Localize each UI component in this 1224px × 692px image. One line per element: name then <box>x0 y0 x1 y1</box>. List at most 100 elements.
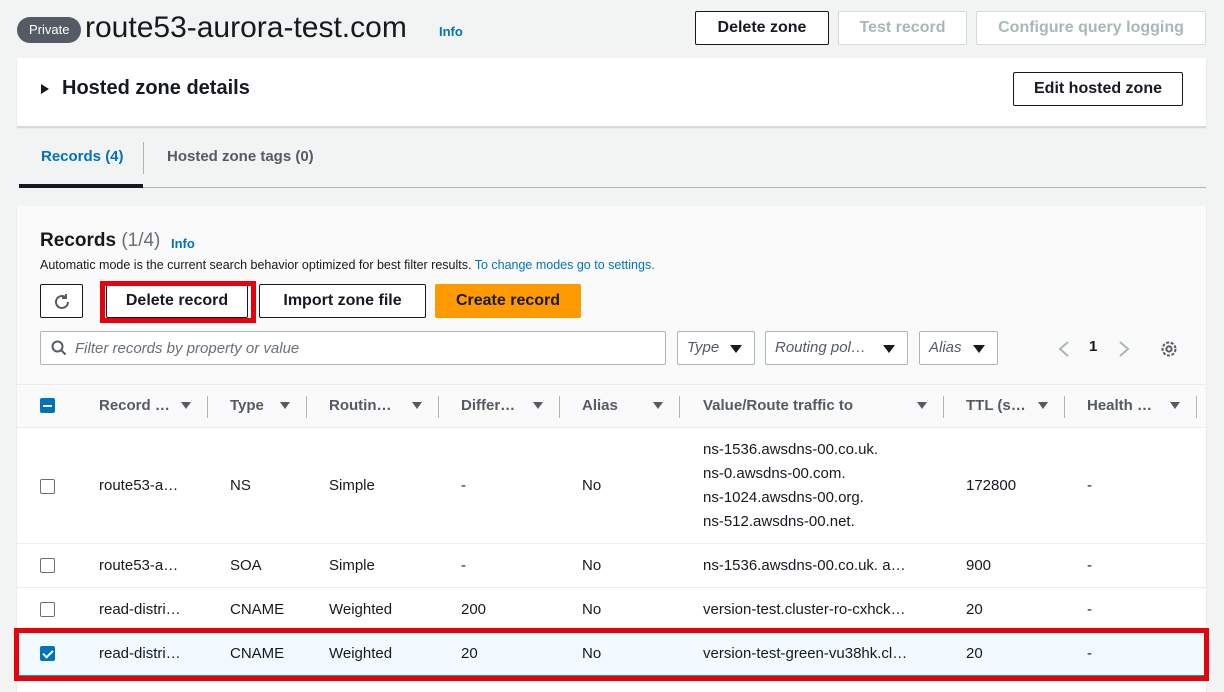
column-separator <box>306 396 307 418</box>
column-header-record-name[interactable]: Record … <box>99 385 170 427</box>
ttl-cell: 172800 <box>966 477 1017 494</box>
search-icon <box>51 340 67 356</box>
alias-filter-select[interactable]: Alias <box>919 331 998 365</box>
column-separator <box>438 396 439 418</box>
column-header-ttl[interactable]: TTL (s… <box>966 385 1026 427</box>
column-header-health[interactable]: Health … <box>1087 385 1152 427</box>
records-panel: Records (1/4) Info Automatic mode is the… <box>14 206 1209 692</box>
differentiator-cell: - <box>461 557 466 574</box>
routing-policy-cell: Simple <box>329 477 375 494</box>
refresh-icon <box>55 294 69 309</box>
record-type-cell: CNAME <box>230 601 285 618</box>
page-title: route53-aurora-test.com <box>85 11 407 44</box>
filter-records-input[interactable] <box>75 332 655 364</box>
chevron-down-icon <box>730 345 742 353</box>
value-cell: version-test.cluster-ro-cxhck… <box>703 601 906 618</box>
hosted-zone-details-toggle[interactable]: Hosted zone details <box>62 77 250 100</box>
column-separator <box>207 396 208 418</box>
sort-caret-icon[interactable] <box>533 402 543 409</box>
sort-caret-icon[interactable] <box>653 402 663 409</box>
record-name-cell: route53-a… <box>99 477 179 494</box>
records-header: Records (1/4) Info Automatic mode is the… <box>17 206 1206 384</box>
page-number[interactable]: 1 <box>1089 338 1097 355</box>
table-row[interactable]: route53-a… NS Simple - No ns-1536.awsdns… <box>17 428 1206 544</box>
value-line: ns-1024.awsdns-00.org. <box>703 489 864 506</box>
change-modes-link[interactable]: To change modes go to settings. <box>475 258 655 272</box>
delete-zone-button[interactable]: Delete zone <box>695 11 829 45</box>
hosted-zone-details-panel: Hosted zone details Edit hosted zone <box>17 58 1206 127</box>
chevron-down-icon <box>973 345 985 353</box>
selected-row-highlight <box>14 628 1209 681</box>
refresh-button[interactable] <box>40 284 83 318</box>
value-line: ns-1536.awsdns-00.co.uk. <box>703 441 879 458</box>
delete-record-highlight <box>100 281 256 323</box>
private-badge: Private <box>17 17 82 43</box>
gear-icon[interactable] <box>1159 339 1179 359</box>
configure-query-logging-button[interactable]: Configure query logging <box>976 11 1206 45</box>
records-table-header: Record … Type Routin… Differ… Alias Valu… <box>17 384 1206 428</box>
records-title: Records (1/4) <box>40 230 160 252</box>
column-separator <box>559 396 560 418</box>
zone-tabs: Records (4) Hosted zone tags (0) <box>19 128 1206 188</box>
routing-policy-cell: Simple <box>329 557 375 574</box>
row-checkbox[interactable] <box>40 602 55 617</box>
active-tab-indicator <box>19 184 143 188</box>
column-header-alias[interactable]: Alias <box>582 385 618 427</box>
column-header-value[interactable]: Value/Route traffic to <box>703 385 853 427</box>
value-cell: ns-1536.awsdns-00.co.uk. a… <box>703 557 906 574</box>
edit-hosted-zone-button[interactable]: Edit hosted zone <box>1013 72 1183 106</box>
sort-caret-icon[interactable] <box>412 402 422 409</box>
expand-caret-icon[interactable] <box>41 84 49 94</box>
routing-policy-cell: Weighted <box>329 601 393 618</box>
records-count: (1/4) <box>121 230 161 251</box>
table-row[interactable]: read-distri… CNAME Weighted 200 No versi… <box>17 588 1206 632</box>
row-checkbox[interactable] <box>40 558 55 573</box>
sort-caret-icon[interactable] <box>181 402 191 409</box>
record-name-cell: route53-a… <box>99 557 179 574</box>
sort-caret-icon[interactable] <box>917 402 927 409</box>
create-record-button[interactable]: Create record <box>435 284 581 318</box>
column-separator <box>1064 396 1065 418</box>
info-link-zone[interactable]: Info <box>439 24 463 39</box>
routing-policy-filter-select[interactable]: Routing pol… <box>765 331 908 365</box>
sort-caret-icon[interactable] <box>280 402 290 409</box>
record-name-cell: read-distri… <box>99 601 181 618</box>
alias-cell: No <box>582 557 602 574</box>
chevron-down-icon <box>883 345 895 353</box>
page-header: Private route53-aurora-test.com Info Del… <box>0 0 1224 58</box>
routing-filter-label: Routing pol… <box>775 339 866 356</box>
table-row[interactable]: route53-a… SOA Simple - No ns-1536.awsdn… <box>17 544 1206 588</box>
value-line: ns-512.awsdns-00.net. <box>703 513 855 530</box>
info-link-records[interactable]: Info <box>171 236 195 251</box>
type-filter-label: Type <box>687 339 720 356</box>
column-header-routing[interactable]: Routin… <box>329 385 391 427</box>
import-zone-file-button[interactable]: Import zone file <box>259 284 426 318</box>
next-page-icon[interactable] <box>1117 340 1131 358</box>
column-header-type[interactable]: Type <box>230 385 264 427</box>
health-check-cell: - <box>1087 601 1092 618</box>
type-filter-select[interactable]: Type <box>677 331 755 365</box>
alias-cell: No <box>582 601 602 618</box>
records-description: Automatic mode is the current search beh… <box>40 258 655 272</box>
column-separator <box>943 396 944 418</box>
differentiator-cell: 200 <box>461 601 487 618</box>
records-title-text: Records <box>40 230 117 251</box>
test-record-button[interactable]: Test record <box>838 11 967 45</box>
value-line: ns-0.awsdns-00.com. <box>703 465 846 482</box>
ttl-cell: 20 <box>966 601 983 618</box>
column-separator <box>1196 396 1197 418</box>
select-all-checkbox[interactable] <box>40 398 55 413</box>
health-check-cell: - <box>1087 557 1092 574</box>
tab-records[interactable]: Records (4) <box>41 128 124 187</box>
previous-page-icon[interactable] <box>1057 340 1071 358</box>
sort-caret-icon[interactable] <box>1038 402 1048 409</box>
sort-caret-icon[interactable] <box>1170 402 1180 409</box>
alias-cell: No <box>582 477 602 494</box>
tab-separator <box>143 142 144 174</box>
tab-hosted-zone-tags[interactable]: Hosted zone tags (0) <box>167 128 314 187</box>
column-header-differentiator[interactable]: Differ… <box>461 385 515 427</box>
ttl-cell: 900 <box>966 557 992 574</box>
row-checkbox[interactable] <box>40 479 55 494</box>
column-separator <box>679 396 680 418</box>
alias-filter-label: Alias <box>929 339 962 356</box>
